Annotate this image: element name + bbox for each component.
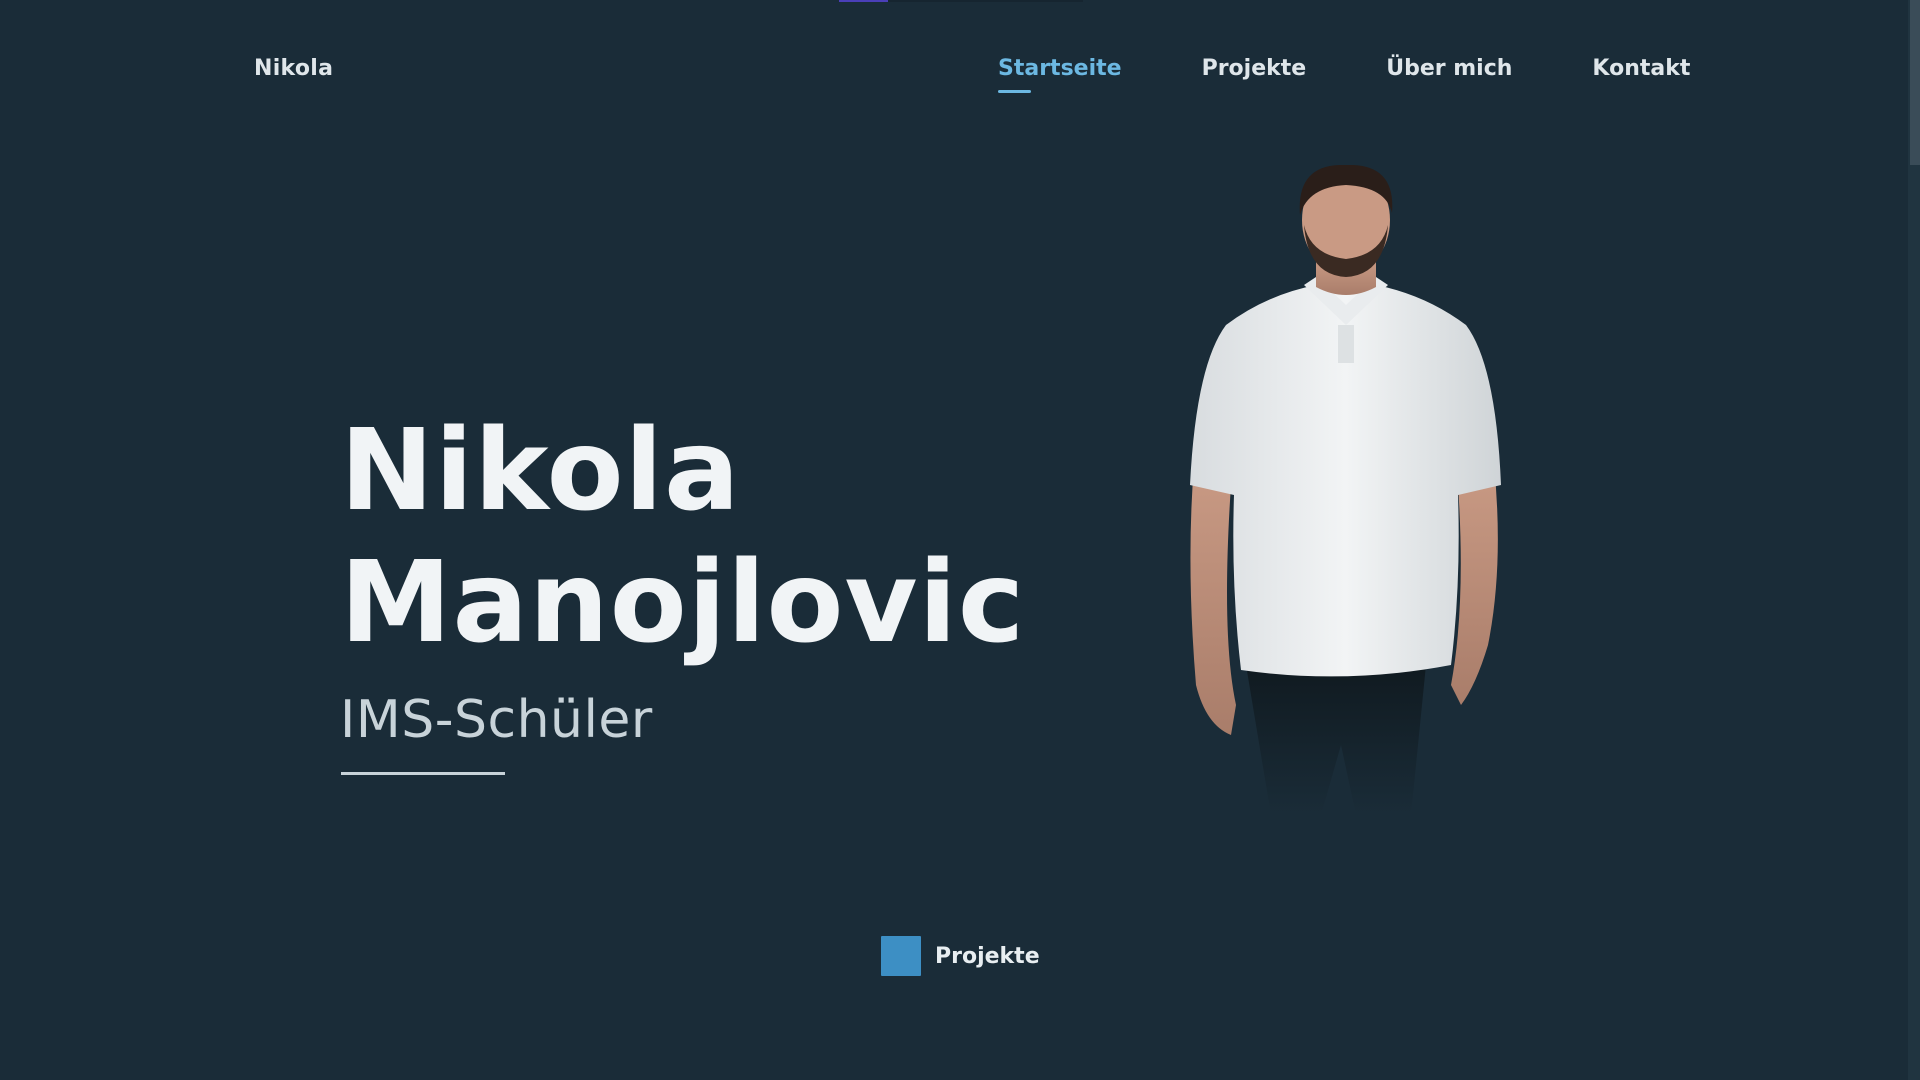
top-progress-strip (839, 0, 1083, 2)
page-scrollbar[interactable] (1908, 0, 1920, 1080)
scrollbar-thumb[interactable] (1910, 0, 1920, 165)
hero-underline (341, 772, 505, 775)
hero-first-name: Nikola (340, 406, 741, 536)
cta-label: Projekte (935, 943, 1040, 969)
hero-last-name: Manojlovic (340, 538, 1026, 668)
hero-subtitle: IMS-Schüler (340, 690, 653, 750)
hero-title: Nikola Manojlovic (340, 405, 1025, 669)
nav-item-label: Kontakt (1592, 56, 1691, 81)
nav-item-ueber-mich[interactable]: Über mich (1386, 56, 1512, 81)
top-progress-fill (839, 0, 888, 2)
square-icon (881, 936, 921, 976)
portrait-image (1190, 165, 1501, 815)
nav-item-startseite[interactable]: Startseite (998, 56, 1122, 93)
main-nav: Startseite Projekte Über mich Kontakt (998, 56, 1690, 93)
nav-item-label: Über mich (1386, 56, 1513, 81)
brand-link[interactable]: Nikola (254, 56, 333, 81)
projects-cta-button[interactable]: Projekte (881, 936, 1040, 976)
nav-item-label: Startseite (998, 56, 1122, 81)
nav-item-label: Projekte (1201, 56, 1307, 81)
nav-item-kontakt[interactable]: Kontakt (1592, 56, 1690, 81)
nav-item-projekte[interactable]: Projekte (1202, 56, 1307, 81)
active-nav-underline (998, 90, 1031, 93)
page: Nikola Startseite Projekte Über mich Kon… (0, 0, 1920, 1080)
